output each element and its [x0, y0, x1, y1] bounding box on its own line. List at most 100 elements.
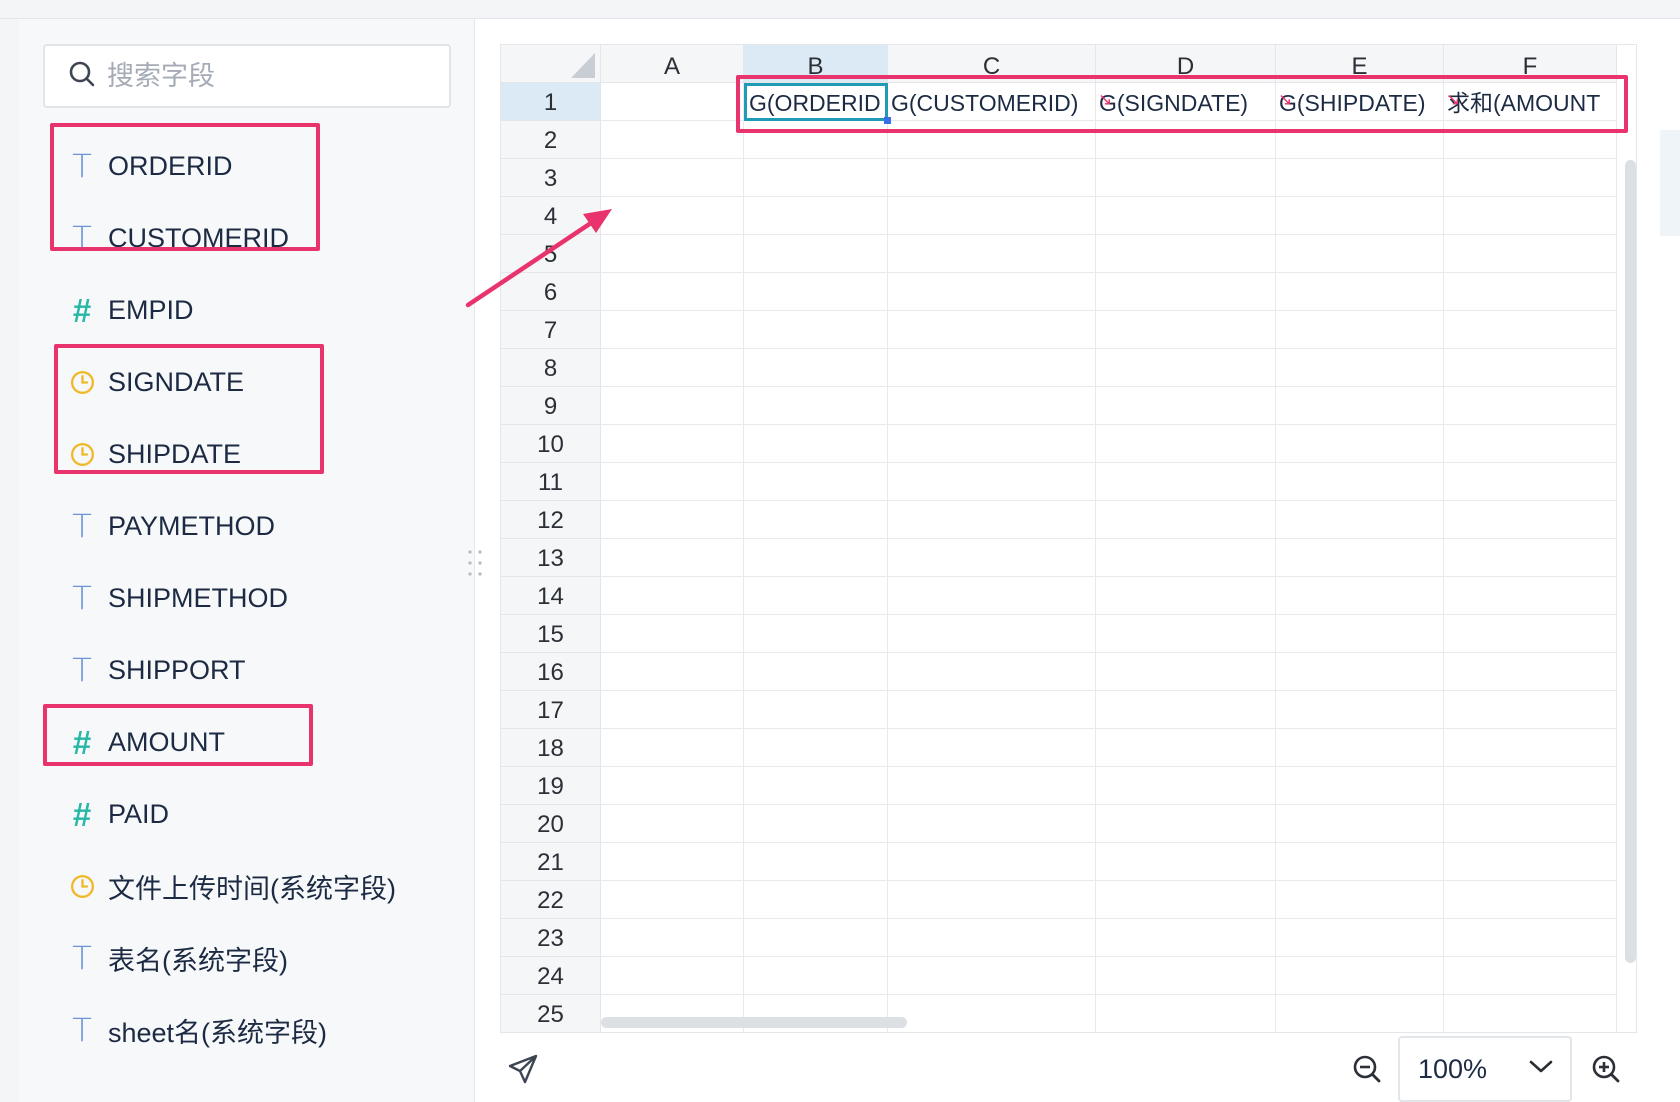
cell-c15[interactable]: [888, 615, 1096, 653]
cell-a22[interactable]: [601, 881, 744, 919]
row-header-15[interactable]: 15: [501, 615, 601, 653]
cell-c6[interactable]: [888, 273, 1096, 311]
cell-a6[interactable]: [601, 273, 744, 311]
row-header-8[interactable]: 8: [501, 349, 601, 387]
cell-a17[interactable]: [601, 691, 744, 729]
search-box[interactable]: [43, 44, 451, 108]
cell-c7[interactable]: [888, 311, 1096, 349]
cell-d4[interactable]: [1096, 197, 1276, 235]
cell-c23[interactable]: [888, 919, 1096, 957]
cell-b18[interactable]: [744, 729, 888, 767]
cell-c25[interactable]: [888, 995, 1096, 1032]
row-header-1[interactable]: 1: [501, 83, 601, 121]
field-item-empid[interactable]: # EMPID: [67, 286, 194, 334]
row-header-11[interactable]: 11: [501, 463, 601, 501]
cell-b17[interactable]: [744, 691, 888, 729]
cell-c2[interactable]: [888, 121, 1096, 159]
cell-b8[interactable]: [744, 349, 888, 387]
cell-c20[interactable]: [888, 805, 1096, 843]
cell-e3[interactable]: [1276, 159, 1444, 197]
cell-d14[interactable]: [1096, 577, 1276, 615]
panel-resize-handle[interactable]: [464, 548, 486, 578]
cell-e13[interactable]: [1276, 539, 1444, 577]
cell-f21[interactable]: [1444, 843, 1617, 881]
cell-d20[interactable]: [1096, 805, 1276, 843]
cell-d1[interactable]: ↘ G(SIGNDATE): [1096, 83, 1276, 121]
cell-f16[interactable]: [1444, 653, 1617, 691]
cell-d17[interactable]: [1096, 691, 1276, 729]
cell-f19[interactable]: [1444, 767, 1617, 805]
row-header-4[interactable]: 4: [501, 197, 601, 235]
cell-a8[interactable]: [601, 349, 744, 387]
row-header-5[interactable]: 5: [501, 235, 601, 273]
cell-f8[interactable]: [1444, 349, 1617, 387]
active-cell-b1[interactable]: G(ORDERID: [744, 83, 888, 121]
cell-c16[interactable]: [888, 653, 1096, 691]
column-header-b[interactable]: B: [744, 45, 888, 83]
horizontal-scrollbar[interactable]: [601, 1017, 907, 1028]
cell-c21[interactable]: [888, 843, 1096, 881]
cell-b22[interactable]: [744, 881, 888, 919]
cell-a23[interactable]: [601, 919, 744, 957]
cell-e23[interactable]: [1276, 919, 1444, 957]
cell-d8[interactable]: [1096, 349, 1276, 387]
row-header-6[interactable]: 6: [501, 273, 601, 311]
cell-d15[interactable]: [1096, 615, 1276, 653]
cell-e21[interactable]: [1276, 843, 1444, 881]
cell-a10[interactable]: [601, 425, 744, 463]
cell-b16[interactable]: [744, 653, 888, 691]
row-header-14[interactable]: 14: [501, 577, 601, 615]
cell-f24[interactable]: [1444, 957, 1617, 995]
field-item-amount[interactable]: # AMOUNT: [67, 718, 225, 766]
cell-b15[interactable]: [744, 615, 888, 653]
column-header-a[interactable]: A: [601, 45, 744, 83]
cell-b7[interactable]: [744, 311, 888, 349]
vertical-scrollbar[interactable]: [1625, 160, 1636, 963]
cell-f3[interactable]: [1444, 159, 1617, 197]
row-header-21[interactable]: 21: [501, 843, 601, 881]
cell-b2[interactable]: [744, 121, 888, 159]
field-item-shipdate[interactable]: SHIPDATE: [67, 430, 241, 478]
row-header-25[interactable]: 25: [501, 995, 601, 1032]
cell-d7[interactable]: [1096, 311, 1276, 349]
cell-e1[interactable]: ↘ G(SHIPDATE): [1276, 83, 1444, 121]
cell-f13[interactable]: [1444, 539, 1617, 577]
cell-e11[interactable]: [1276, 463, 1444, 501]
cell-a18[interactable]: [601, 729, 744, 767]
cell-c11[interactable]: [888, 463, 1096, 501]
field-item-[interactable]: 文件上传时间(系统字段): [67, 862, 396, 910]
cell-e20[interactable]: [1276, 805, 1444, 843]
cell-c12[interactable]: [888, 501, 1096, 539]
cell-a13[interactable]: [601, 539, 744, 577]
cell-a19[interactable]: [601, 767, 744, 805]
cell-e16[interactable]: [1276, 653, 1444, 691]
cell-e12[interactable]: [1276, 501, 1444, 539]
cell-c5[interactable]: [888, 235, 1096, 273]
cell-c9[interactable]: [888, 387, 1096, 425]
cell-b9[interactable]: [744, 387, 888, 425]
cell-e10[interactable]: [1276, 425, 1444, 463]
cell-d9[interactable]: [1096, 387, 1276, 425]
fill-handle[interactable]: [884, 117, 891, 124]
row-header-24[interactable]: 24: [501, 957, 601, 995]
cell-b20[interactable]: [744, 805, 888, 843]
cell-f14[interactable]: [1444, 577, 1617, 615]
cell-d25[interactable]: [1096, 995, 1276, 1032]
row-header-12[interactable]: 12: [501, 501, 601, 539]
row-header-13[interactable]: 13: [501, 539, 601, 577]
cell-e8[interactable]: [1276, 349, 1444, 387]
cell-b13[interactable]: [744, 539, 888, 577]
cell-d16[interactable]: [1096, 653, 1276, 691]
field-item-customerid[interactable]: T CUSTOMERID: [67, 214, 289, 262]
cell-a15[interactable]: [601, 615, 744, 653]
cell-b23[interactable]: [744, 919, 888, 957]
row-header-19[interactable]: 19: [501, 767, 601, 805]
cell-a1[interactable]: [601, 83, 744, 121]
zoom-level-select[interactable]: 100%: [1398, 1036, 1572, 1102]
field-item-shipmethod[interactable]: T SHIPMETHOD: [67, 574, 288, 622]
cell-c22[interactable]: [888, 881, 1096, 919]
cell-a14[interactable]: [601, 577, 744, 615]
cell-e24[interactable]: [1276, 957, 1444, 995]
cell-a21[interactable]: [601, 843, 744, 881]
cell-e15[interactable]: [1276, 615, 1444, 653]
